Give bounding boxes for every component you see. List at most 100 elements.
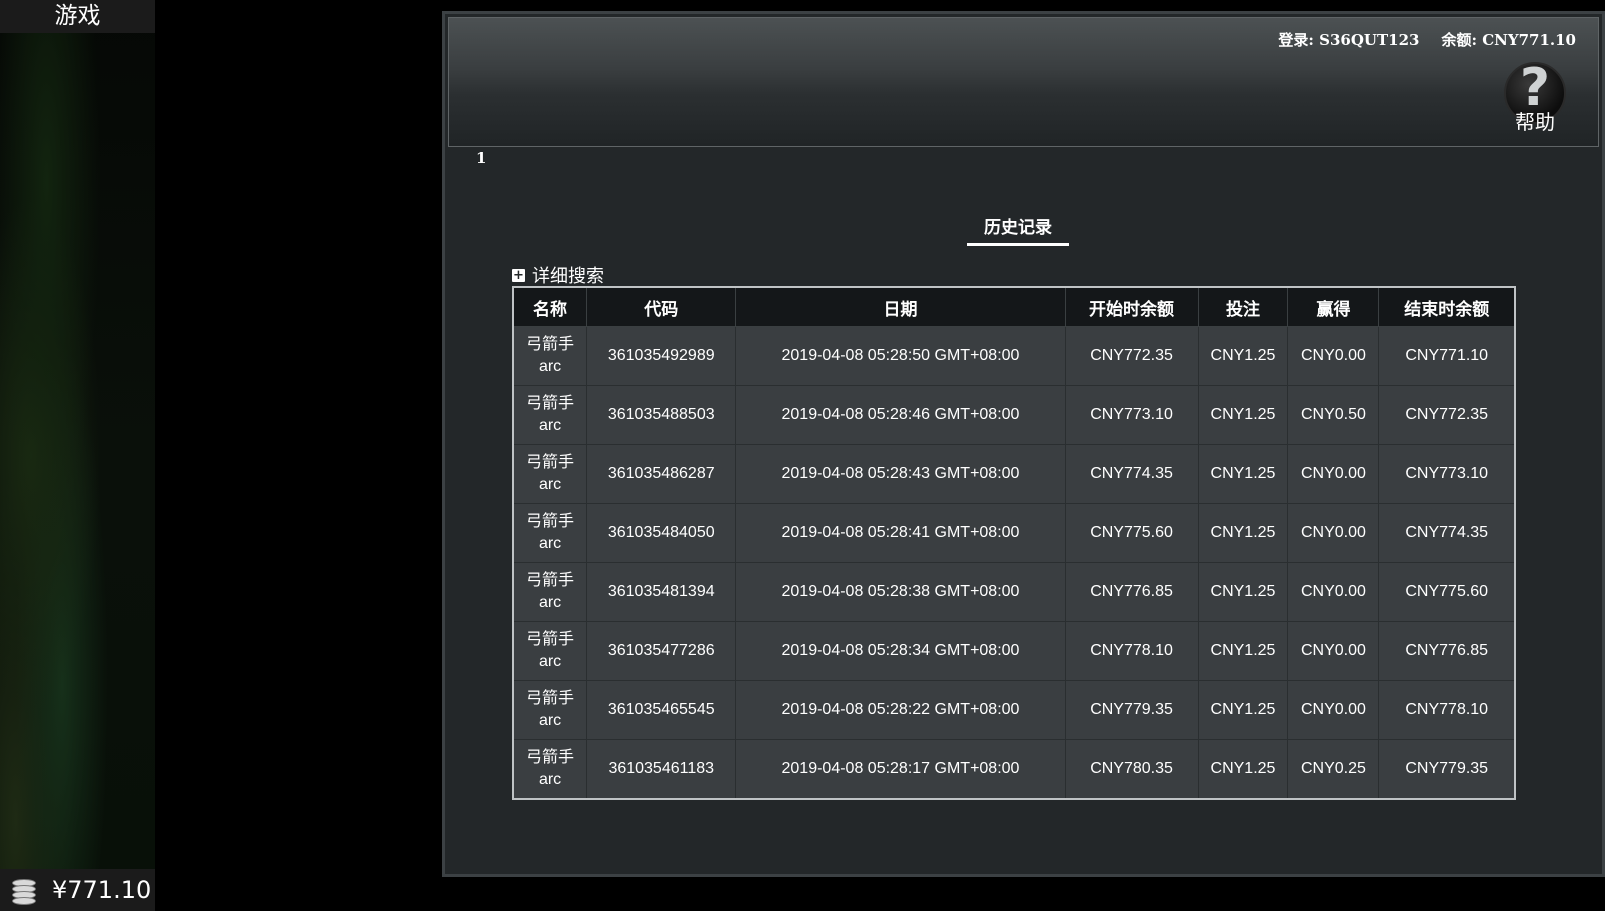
cell-bet: CNY1.25	[1197, 385, 1289, 445]
cell-start: CNY780.35	[1064, 739, 1199, 800]
cell-win: CNY0.00	[1287, 326, 1380, 386]
coin-stack-icon	[8, 875, 40, 905]
game-name-sub: arc	[538, 771, 562, 788]
sidebar-balance: ¥771.10	[0, 869, 155, 911]
cell-code[interactable]: 361035492989	[586, 326, 737, 386]
column-header: 开始时余额	[1064, 286, 1199, 327]
game-name-sub: arc	[538, 653, 562, 670]
account-info: 登录: S36QUT123 余额: CNY771.10	[1278, 29, 1576, 50]
history-table: 名称 代码 日期 开始时余额 投注 赢得 结束时余额 弓箭手 arc 3610354…	[512, 286, 1516, 800]
cell-win: CNY0.50	[1287, 385, 1380, 445]
cell-game-name: 弓箭手 arc	[512, 739, 588, 800]
plus-box-icon: +	[512, 267, 525, 283]
login-label: 登录: S36QUT123	[1278, 31, 1420, 49]
game-name: 弓箭手	[526, 690, 575, 707]
cell-end: CNY774.35	[1378, 503, 1516, 563]
cell-date: 2019-04-08 05:28:22 GMT+08:00	[735, 680, 1066, 740]
game-name: 弓箭手	[526, 749, 575, 766]
cell-code[interactable]: 361035481394	[586, 562, 737, 622]
panel-header: 登录: S36QUT123 余额: CNY771.10 ? 帮助	[448, 17, 1599, 147]
cell-bet: CNY1.25	[1197, 444, 1289, 504]
cell-start: CNY779.35	[1064, 680, 1199, 740]
cell-end: CNY771.10	[1378, 326, 1516, 386]
cell-game-name: 弓箭手 arc	[512, 621, 588, 681]
cell-date: 2019-04-08 05:28:38 GMT+08:00	[735, 562, 1066, 622]
table-row[interactable]: 弓箭手 arc 361035465545 2019-04-08 05:28:22 GM…	[512, 680, 1516, 740]
table-row[interactable]: 弓箭手 arc 361035461183 2019-04-08 05:28:17 GM…	[512, 739, 1516, 800]
cell-start: CNY776.85	[1064, 562, 1199, 622]
cell-start: CNY778.10	[1064, 621, 1199, 681]
game-name: 弓箭手	[526, 454, 575, 471]
help-label: 帮助	[1515, 110, 1555, 134]
column-header: 日期	[735, 286, 1066, 327]
game-name-sub: arc	[538, 535, 562, 552]
table-row[interactable]: 弓箭手 arc 361035492989 2019-04-08 05:28:50 GM…	[512, 326, 1516, 386]
cell-win: CNY0.00	[1287, 444, 1380, 504]
cell-start: CNY775.60	[1064, 503, 1199, 563]
table-row[interactable]: 弓箭手 arc 361035488503 2019-04-08 05:28:46 GM…	[512, 385, 1516, 445]
game-name-sub: arc	[538, 476, 562, 493]
help-button[interactable]: ? 帮助	[1504, 58, 1566, 134]
cell-end: CNY779.35	[1378, 739, 1516, 800]
table-row[interactable]: 弓箭手 arc 361035484050 2019-04-08 05:28:41 GM…	[512, 503, 1516, 563]
cell-end: CNY775.60	[1378, 562, 1516, 622]
column-header: 赢得	[1287, 286, 1380, 327]
column-header: 代码	[586, 286, 737, 327]
game-name-sub: arc	[538, 417, 562, 434]
cell-win: CNY0.00	[1287, 621, 1380, 681]
history-panel: 登录: S36QUT123 余额: CNY771.10 ? 帮助 1 历史记录 +…	[442, 11, 1605, 877]
cell-end: CNY773.10	[1378, 444, 1516, 504]
cell-win: CNY0.00	[1287, 562, 1380, 622]
cell-bet: CNY1.25	[1197, 680, 1289, 740]
sidebar-title[interactable]: 游戏	[0, 0, 155, 33]
cell-code[interactable]: 361035486287	[586, 444, 737, 504]
cell-end: CNY776.85	[1378, 621, 1516, 681]
cell-code[interactable]: 361035461183	[586, 739, 737, 800]
sidebar-balance-value: ¥771.10	[52, 876, 152, 904]
page-number[interactable]: 1	[476, 149, 486, 167]
table-header-row: 名称 代码 日期 开始时余额 投注 赢得 结束时余额	[512, 286, 1516, 327]
game-sidebar: 游戏 ¥771.10	[0, 0, 155, 911]
game-name: 弓箭手	[526, 395, 575, 412]
cell-win: CNY0.25	[1287, 739, 1380, 800]
cell-date: 2019-04-08 05:28:41 GMT+08:00	[735, 503, 1066, 563]
cell-win: CNY0.00	[1287, 503, 1380, 563]
table-row[interactable]: 弓箭手 arc 361035477286 2019-04-08 05:28:34 GM…	[512, 621, 1516, 681]
cell-game-name: 弓箭手 arc	[512, 385, 588, 445]
cell-start: CNY774.35	[1064, 444, 1199, 504]
cell-bet: CNY1.25	[1197, 503, 1289, 563]
game-name: 弓箭手	[526, 513, 575, 530]
cell-game-name: 弓箭手 arc	[512, 444, 588, 504]
game-name-sub: arc	[538, 712, 562, 729]
cell-game-name: 弓箭手 arc	[512, 503, 588, 563]
game-name: 弓箭手	[526, 631, 575, 648]
table-row[interactable]: 弓箭手 arc 361035486287 2019-04-08 05:28:43 GM…	[512, 444, 1516, 504]
cell-win: CNY0.00	[1287, 680, 1380, 740]
cell-bet: CNY1.25	[1197, 562, 1289, 622]
cell-game-name: 弓箭手 arc	[512, 562, 588, 622]
balance-label: 余额: CNY771.10	[1441, 31, 1576, 49]
cell-date: 2019-04-08 05:28:50 GMT+08:00	[735, 326, 1066, 386]
cell-code[interactable]: 361035488503	[586, 385, 737, 445]
cell-start: CNY773.10	[1064, 385, 1199, 445]
table-row[interactable]: 弓箭手 arc 361035481394 2019-04-08 05:28:38 GM…	[512, 562, 1516, 622]
game-name: 弓箭手	[526, 336, 575, 353]
column-header: 投注	[1197, 286, 1289, 327]
section-title: 历史记录	[967, 213, 1069, 246]
cell-date: 2019-04-08 05:28:17 GMT+08:00	[735, 739, 1066, 800]
advanced-search-label: 详细搜索	[532, 266, 604, 287]
column-header: 名称	[512, 286, 588, 327]
cell-date: 2019-04-08 05:28:46 GMT+08:00	[735, 385, 1066, 445]
game-name-sub: arc	[538, 594, 562, 611]
cell-start: CNY772.35	[1064, 326, 1199, 386]
cell-code[interactable]: 361035465545	[586, 680, 737, 740]
advanced-search-toggle[interactable]: + 详细搜索	[512, 262, 604, 288]
cell-code[interactable]: 361035484050	[586, 503, 737, 563]
cell-end: CNY772.35	[1378, 385, 1516, 445]
game-name: 弓箭手	[526, 572, 575, 589]
cell-code[interactable]: 361035477286	[586, 621, 737, 681]
cell-game-name: 弓箭手 arc	[512, 680, 588, 740]
cell-game-name: 弓箭手 arc	[512, 326, 588, 386]
cell-bet: CNY1.25	[1197, 326, 1289, 386]
cell-date: 2019-04-08 05:28:43 GMT+08:00	[735, 444, 1066, 504]
